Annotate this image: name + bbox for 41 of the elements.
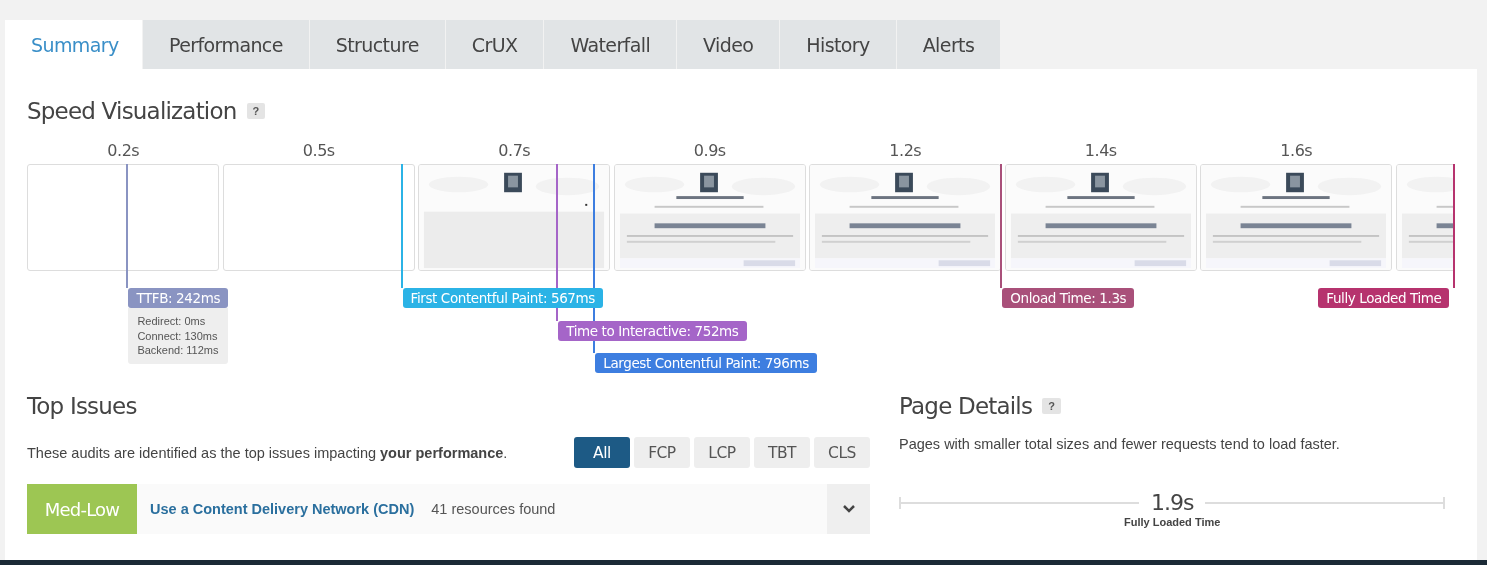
frame-time: 0.9s <box>693 140 726 162</box>
issue-link[interactable]: Use a Content Delivery Network (CDN) <box>150 501 415 517</box>
chevron-icon <box>841 504 856 514</box>
marker-label: Largest Contentful Paint: 796ms <box>595 353 817 373</box>
tab[interactable]: History <box>780 20 896 69</box>
marker-label: First Contentful Paint: 567ms <box>402 288 603 308</box>
tab[interactable]: Performance <box>143 20 309 69</box>
description: These audits are identified as the top issues impacting your performance. <box>27 444 508 461</box>
expand-button[interactable] <box>827 484 870 534</box>
frame-time: 1.4s <box>1084 140 1117 162</box>
tab[interactable]: CrUX <box>445 20 544 69</box>
frame-time: 0.5s <box>302 140 335 162</box>
tab[interactable]: Video <box>677 20 780 69</box>
section-title: Page Details <box>899 393 1033 419</box>
impact-badge: Med-Low <box>27 484 137 534</box>
fully-loaded-value: 1.9s <box>1151 490 1194 515</box>
frame-time: 1.6s <box>1280 140 1313 162</box>
frame-time: 0.7s <box>498 140 531 162</box>
tab[interactable]: Summary <box>5 20 142 69</box>
filter-button[interactable]: LCP <box>693 437 750 468</box>
section-title: Top Issues <box>27 393 138 419</box>
filter-button[interactable]: All <box>573 437 630 468</box>
filter-button[interactable]: CLS <box>814 437 870 468</box>
timing-details: Redirect: 0ms Connect: 130ms Backend: 112ms <box>128 308 228 364</box>
marker-label: Time to Interactive: 752ms <box>558 320 747 341</box>
tab[interactable]: Waterfall <box>544 20 677 69</box>
marker-label: TTFB: 242ms <box>128 288 229 308</box>
value-caption: Fully Loaded Time <box>1124 516 1222 528</box>
marker-label: Fully Loaded Time <box>1318 288 1450 308</box>
filter-button[interactable]: TBT <box>753 437 810 468</box>
section-title: Speed Visualization <box>27 98 237 124</box>
issue-summary: 41 resources found <box>431 501 556 517</box>
help-badge[interactable]: ? <box>246 103 266 119</box>
tab[interactable]: Alerts <box>896 20 1001 69</box>
marker-label: Onload Time: 1.3s <box>1002 288 1135 308</box>
help-badge[interactable]: ? <box>1042 398 1061 414</box>
filter-button[interactable]: FCP <box>633 437 690 468</box>
tab[interactable]: Structure <box>309 20 445 69</box>
frame-time: 1.2s <box>889 140 922 162</box>
frame-time: 0.2s <box>107 140 140 162</box>
description: Pages with smaller total sizes and fewer requests tend to load faster. <box>899 436 1341 452</box>
